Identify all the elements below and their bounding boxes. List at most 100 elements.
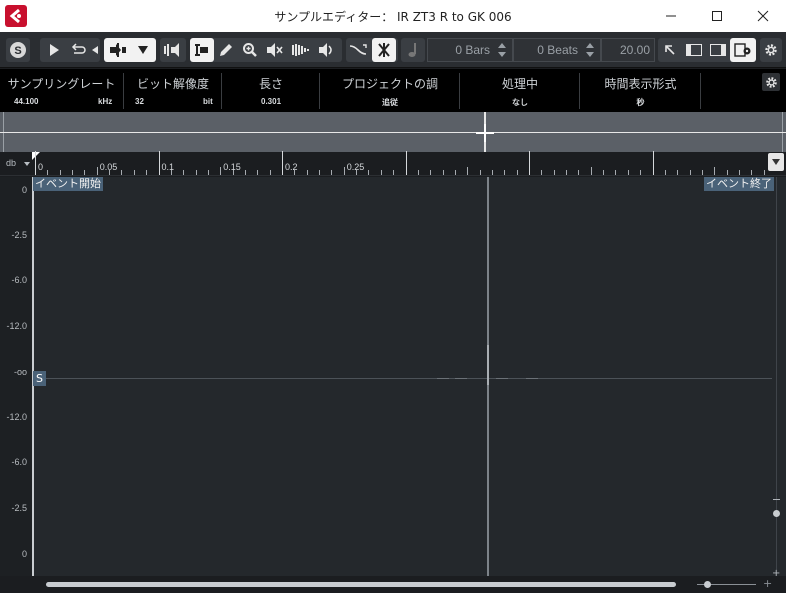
db-scale-label[interactable]: db bbox=[6, 158, 16, 168]
info-length[interactable]: 長さ 0.301 bbox=[223, 73, 320, 109]
ruler-tick bbox=[726, 170, 728, 175]
solo-icon: S bbox=[10, 42, 26, 58]
musical-mode-button[interactable] bbox=[401, 38, 425, 62]
ruler-tick-label: 0.1 bbox=[161, 162, 175, 172]
horizontal-zoom-handle[interactable] bbox=[704, 581, 711, 588]
info-value: 追従 bbox=[382, 98, 398, 107]
zoom-in-icon[interactable]: + bbox=[763, 578, 772, 590]
ruler-tick bbox=[405, 151, 407, 175]
ruler-tick bbox=[578, 170, 580, 175]
minimize-button[interactable] bbox=[648, 0, 694, 32]
info-value: なし bbox=[512, 98, 528, 107]
ruler-tick bbox=[380, 170, 382, 175]
ruler-tick bbox=[442, 170, 444, 175]
ruler-tick bbox=[430, 170, 432, 175]
beats-spinner-icon[interactable] bbox=[586, 43, 594, 57]
ruler-tick bbox=[516, 170, 518, 175]
maximize-button[interactable] bbox=[694, 0, 740, 32]
ruler-tick bbox=[677, 170, 679, 175]
ruler-tick bbox=[541, 170, 543, 175]
info-project-key[interactable]: プロジェクトの調 追従 bbox=[321, 73, 460, 109]
audition-menu-button[interactable] bbox=[132, 38, 154, 62]
info-settings-button[interactable] bbox=[762, 73, 780, 91]
title-bar: サンプルエディター： IR ZT3 R to GK 006 bbox=[0, 0, 786, 32]
ruler-tick bbox=[689, 170, 691, 175]
ruler-tick bbox=[109, 170, 111, 175]
chevron-down-icon[interactable] bbox=[24, 162, 30, 166]
info-value: 44.100 bbox=[14, 97, 39, 106]
play-tool-icon bbox=[319, 43, 332, 57]
waveform-display[interactable]: 0 -2.5 -6.0 -12.0 -oo -12.0 -6.0 -2.5 0 イベント開始 イ… bbox=[0, 177, 786, 583]
info-processing[interactable]: 処理中 なし bbox=[461, 73, 580, 109]
snap-zero-crossing-button[interactable] bbox=[346, 38, 370, 62]
horizontal-scrollbar[interactable] bbox=[46, 582, 676, 587]
right-zone-icon bbox=[710, 44, 726, 56]
ruler-tick bbox=[146, 170, 148, 175]
zoom-tool[interactable] bbox=[238, 38, 262, 62]
ruler-tick bbox=[640, 170, 642, 175]
pencil-icon bbox=[220, 44, 232, 56]
right-zone-button[interactable] bbox=[706, 38, 730, 62]
play-icon bbox=[50, 44, 59, 56]
info-value: 32 bbox=[135, 97, 144, 106]
info-unit: kHz bbox=[98, 97, 113, 106]
draw-icon bbox=[292, 44, 309, 56]
waveform-impulse bbox=[487, 345, 489, 385]
ruler-tick bbox=[738, 170, 740, 175]
show-info-button[interactable] bbox=[658, 38, 682, 62]
settings-button[interactable] bbox=[760, 38, 782, 62]
sustain-marker[interactable]: S bbox=[33, 371, 46, 386]
zero-line bbox=[34, 378, 772, 379]
ruler-tick bbox=[269, 170, 271, 175]
range-select-tool[interactable] bbox=[190, 38, 214, 62]
info-line: サンプリングレート 44.100 kHz ビット解像度 32 bit 長さ 0.… bbox=[0, 69, 786, 112]
db-scale: 0 -2.5 -6.0 -12.0 -oo -12.0 -6.0 -2.5 0 bbox=[0, 177, 32, 583]
loop-button[interactable] bbox=[66, 38, 90, 62]
vertical-zoom-handle[interactable] bbox=[773, 510, 780, 517]
db-scale-label: 0 bbox=[21, 549, 27, 559]
overview-waveform bbox=[0, 132, 786, 133]
window-layout-button[interactable] bbox=[730, 38, 756, 62]
info-bit-depth[interactable]: ビット解像度 32 bit bbox=[125, 73, 222, 109]
bars-spinner-icon[interactable] bbox=[498, 43, 506, 57]
ruler-tick bbox=[479, 170, 481, 175]
ruler-tick bbox=[207, 170, 209, 175]
waveform-segment bbox=[496, 378, 508, 379]
ruler-tick bbox=[232, 170, 234, 175]
beats-field[interactable]: 0 Beats bbox=[513, 38, 601, 62]
play-button[interactable] bbox=[42, 38, 66, 62]
snap-zero-crossing-icon bbox=[349, 44, 367, 55]
vertical-zoom-slider[interactable]: + bbox=[772, 177, 782, 583]
db-scale-label: -2.5 bbox=[11, 230, 27, 240]
tempo-field[interactable]: 20.00 bbox=[601, 38, 655, 62]
draw-tool[interactable] bbox=[288, 38, 314, 62]
info-time-format[interactable]: 時間表示形式 秒 bbox=[581, 73, 701, 109]
event-start-marker[interactable]: イベント開始 bbox=[33, 177, 103, 191]
ruler-tick bbox=[35, 151, 36, 175]
settings-icon bbox=[765, 44, 777, 56]
left-zone-button[interactable] bbox=[682, 38, 706, 62]
db-scale-label: -6.0 bbox=[11, 275, 27, 285]
mute-tool[interactable] bbox=[262, 38, 288, 62]
ruler-tick bbox=[553, 170, 555, 175]
info-sample-rate[interactable]: サンプリングレート 44.100 kHz bbox=[0, 73, 124, 109]
zoom-out-icon[interactable] bbox=[773, 499, 780, 500]
event-end-marker[interactable]: イベント終了 bbox=[704, 177, 774, 191]
auto-scroll-button[interactable] bbox=[372, 38, 396, 62]
audition-button[interactable] bbox=[106, 38, 132, 62]
ruler[interactable]: db 0 0.05 0.1 0.15 0.2 0.25 bbox=[0, 151, 786, 176]
bars-field[interactable]: 0 Bars bbox=[427, 38, 513, 62]
info-label: 長さ bbox=[258, 77, 283, 91]
ruler-tick bbox=[356, 170, 358, 175]
ruler-menu-button[interactable] bbox=[768, 153, 784, 171]
play-tool[interactable] bbox=[314, 38, 340, 62]
overview-line[interactable] bbox=[0, 112, 786, 152]
close-button[interactable] bbox=[740, 0, 786, 32]
ruler-tick bbox=[220, 167, 222, 175]
loop-menu-arrow[interactable] bbox=[90, 38, 100, 62]
solo-button[interactable]: S bbox=[6, 38, 30, 62]
pencil-tool[interactable] bbox=[214, 38, 238, 62]
audition-volume-button[interactable] bbox=[160, 38, 186, 62]
db-scale-label: 0 bbox=[21, 185, 27, 195]
window-layout-icon bbox=[734, 43, 751, 57]
